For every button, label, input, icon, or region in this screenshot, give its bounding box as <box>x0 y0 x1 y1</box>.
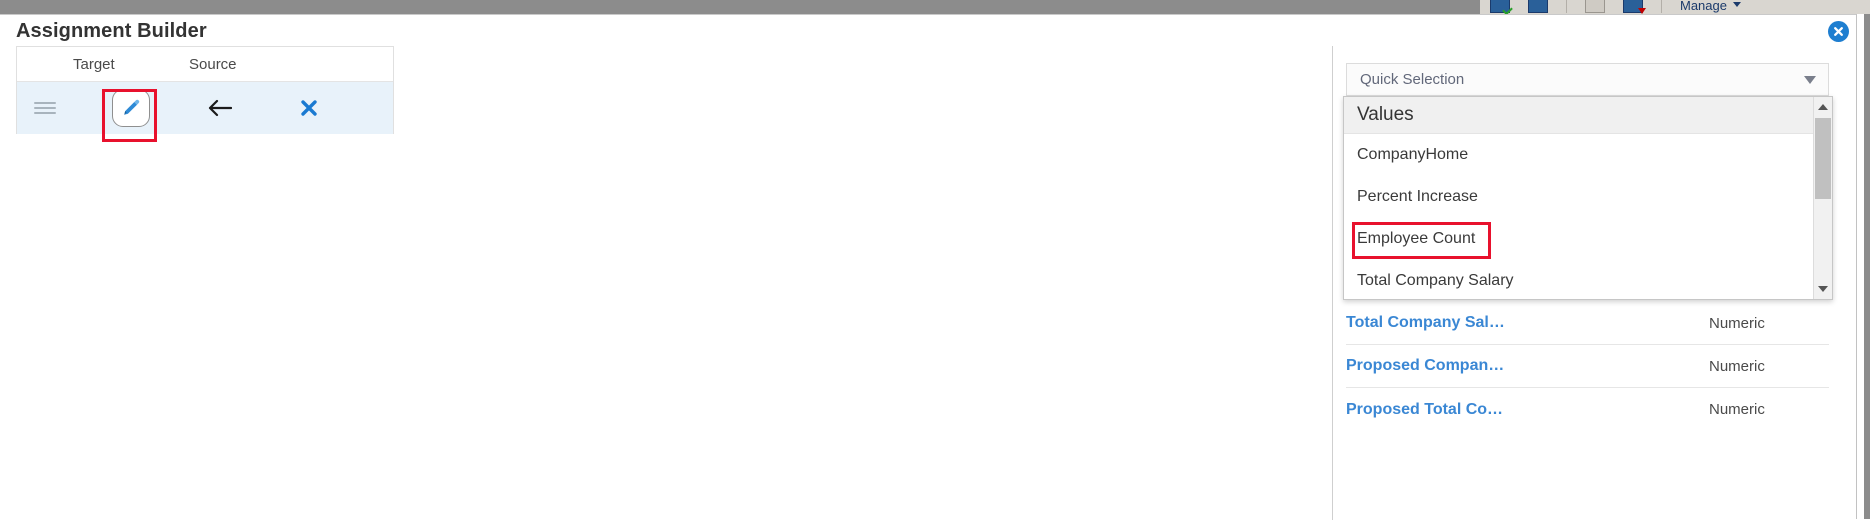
pencil-icon <box>124 99 140 115</box>
dropdown-option-total-company-salary[interactable]: Total Company Salary <box>1344 260 1813 302</box>
row-target-cell <box>73 89 189 142</box>
background-manage-menu[interactable]: Manage <box>1680 0 1741 13</box>
arrow-left-icon <box>208 99 232 117</box>
background-delete-icon[interactable] <box>1623 0 1646 14</box>
background-toolbar-strip: Manage <box>0 0 1870 14</box>
close-icon <box>1834 27 1843 36</box>
chevron-down-icon <box>1732 2 1741 7</box>
toolbar-divider <box>1661 0 1662 13</box>
edit-target-button[interactable] <box>112 89 150 127</box>
assignment-builder-dialog: Assignment Builder Target Source Quick S… <box>0 14 1870 520</box>
field-list: Total Company Sal… Numeric Proposed Comp… <box>1346 302 1829 431</box>
quick-selection-combobox[interactable]: Quick Selection <box>1346 63 1829 96</box>
scroll-up-icon[interactable] <box>1814 98 1832 116</box>
chevron-down-icon <box>1804 75 1816 84</box>
column-header-target: Target <box>73 55 115 73</box>
column-header-source: Source <box>189 55 237 73</box>
background-manage-menu-label: Manage <box>1680 0 1727 13</box>
close-button[interactable] <box>1828 21 1849 42</box>
field-selection-pane: Quick Selection Total Company Sal… Numer… <box>1332 46 1870 520</box>
drag-handle-icon[interactable] <box>34 102 56 114</box>
field-type: Numeric <box>1709 357 1765 375</box>
scrollbar-thumb[interactable] <box>1815 118 1831 199</box>
mapping-pane: Target Source <box>0 46 1332 520</box>
dropdown-option-list: Values CompanyHome Percent Increase Empl… <box>1344 97 1813 299</box>
field-name[interactable]: Total Company Sal… <box>1346 314 1709 332</box>
dialog-body: Target Source Quick Selection Total Comp… <box>0 46 1870 520</box>
mapping-table: Target Source <box>16 46 394 142</box>
background-export-icon[interactable] <box>1528 0 1548 13</box>
page-title: Assignment Builder <box>16 20 207 42</box>
dropdown-option-percent-increase[interactable]: Percent Increase <box>1344 176 1813 218</box>
row-drag-cell <box>17 102 73 114</box>
mapping-table-header: Target Source <box>17 47 393 81</box>
window-right-edge <box>1856 14 1870 519</box>
row-remove-cell[interactable] <box>249 99 369 117</box>
dropdown-group-header: Values <box>1344 97 1813 134</box>
field-name[interactable]: Proposed Compan… <box>1346 357 1709 375</box>
field-name[interactable]: Proposed Total Co… <box>1346 401 1709 419</box>
close-x-icon <box>301 100 317 116</box>
toolbar-divider <box>1566 0 1567 13</box>
field-type: Numeric <box>1709 314 1765 332</box>
dialog-header: Assignment Builder <box>0 15 1870 46</box>
quick-selection-label: Quick Selection <box>1360 71 1465 88</box>
list-item[interactable]: Total Company Sal… Numeric <box>1346 302 1829 345</box>
dropdown-option-companyhome[interactable]: CompanyHome <box>1344 134 1813 176</box>
row-direction-cell <box>189 99 249 117</box>
scroll-down-icon[interactable] <box>1814 280 1832 298</box>
background-window-icon[interactable] <box>1585 0 1605 13</box>
background-toolbar: Manage <box>1480 0 1870 14</box>
quick-selection-dropdown: Values CompanyHome Percent Increase Empl… <box>1343 96 1833 300</box>
list-item[interactable]: Proposed Total Co… Numeric <box>1346 388 1829 431</box>
dropdown-scrollbar[interactable] <box>1813 97 1832 299</box>
field-type: Numeric <box>1709 401 1765 418</box>
table-row <box>17 81 393 142</box>
list-item[interactable]: Proposed Compan… Numeric <box>1346 345 1829 388</box>
background-save-icon[interactable] <box>1490 0 1510 13</box>
dropdown-option-employee-count[interactable]: Employee Count <box>1344 218 1813 260</box>
